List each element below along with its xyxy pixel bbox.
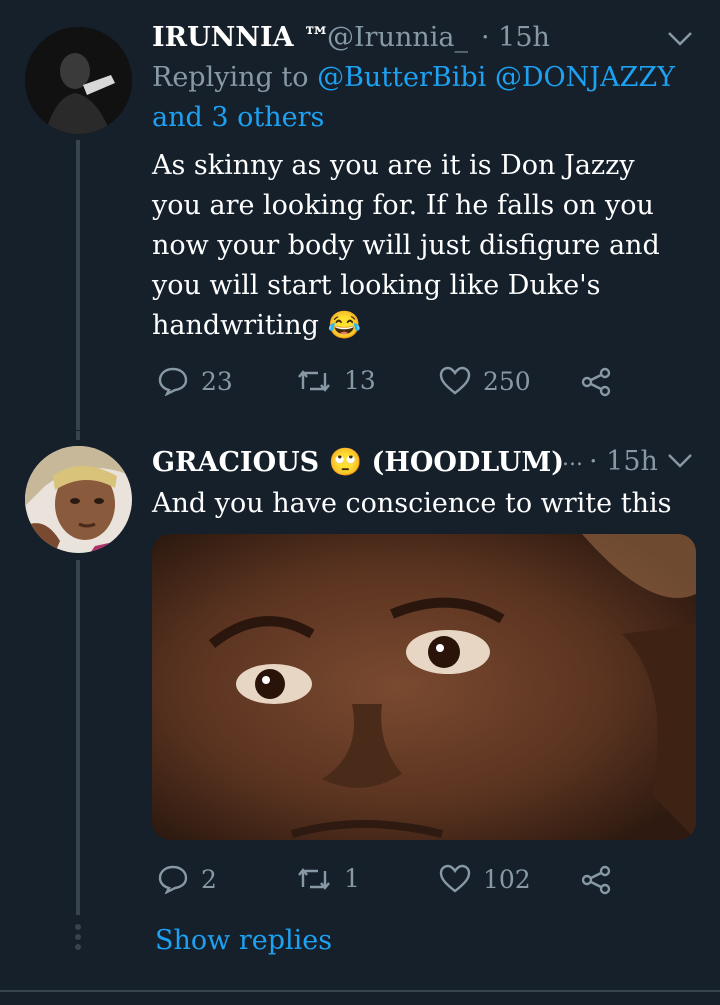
replying-to-label: Replying to bbox=[152, 62, 309, 93]
tweet-text-line: handwriting 😂 bbox=[152, 310, 362, 341]
show-replies-link[interactable]: Show replies bbox=[155, 925, 332, 956]
share-icon[interactable] bbox=[580, 865, 612, 895]
like-count: 102 bbox=[483, 864, 531, 894]
retweet-icon bbox=[298, 867, 330, 890]
retweet-count: 13 bbox=[344, 366, 376, 395]
tweet-media-image[interactable] bbox=[152, 534, 696, 840]
tweet-text: And you have conscience to write this bbox=[152, 488, 672, 519]
mention-link[interactable]: @ButterBibi bbox=[317, 62, 486, 93]
avatar[interactable] bbox=[25, 446, 132, 553]
tweet-text-line: As skinny as you are it is Don Jazzy bbox=[152, 150, 635, 181]
tweet-text-line: you are looking for. If he falls on you bbox=[152, 190, 654, 221]
user-display-name[interactable]: GRACIOUS 🙄 (HOODLUM) bbox=[152, 446, 564, 478]
name-truncation: ... bbox=[562, 446, 583, 471]
chevron-down-icon[interactable] bbox=[667, 30, 693, 48]
replying-others-link[interactable]: and 3 others bbox=[152, 102, 324, 133]
retweet-count: 1 bbox=[344, 864, 360, 893]
tweet-timestamp[interactable]: · 15h bbox=[481, 22, 550, 53]
tweet-text-line: you will start looking like Duke's bbox=[152, 270, 601, 301]
thread-dots bbox=[74, 924, 82, 950]
reply-icon bbox=[158, 865, 188, 894]
user-display-name[interactable]: IRUNNIA ™ bbox=[152, 22, 330, 53]
reply-count: 2 bbox=[201, 864, 217, 894]
thread-line-lower bbox=[76, 560, 80, 915]
avatar[interactable] bbox=[25, 27, 132, 134]
like-count: 250 bbox=[483, 366, 531, 396]
divider bbox=[0, 990, 720, 992]
tweet-timestamp[interactable]: · 15h bbox=[589, 446, 658, 477]
tweet-text-line: now your body will just disfigure and bbox=[152, 230, 660, 261]
like-button[interactable]: 102 bbox=[439, 864, 531, 894]
heart-icon bbox=[439, 366, 471, 395]
reply-count: 23 bbox=[201, 366, 233, 396]
divider bbox=[0, 430, 720, 431]
reply-button[interactable]: 2 bbox=[157, 864, 217, 894]
share-icon[interactable] bbox=[580, 367, 612, 397]
chevron-down-icon[interactable] bbox=[667, 452, 693, 470]
user-handle[interactable]: @Irunnia_ bbox=[327, 22, 468, 53]
retweet-icon bbox=[298, 369, 330, 392]
thread-line-upper bbox=[76, 140, 80, 440]
retweet-button[interactable]: 13 bbox=[296, 366, 376, 395]
like-button[interactable]: 250 bbox=[439, 366, 531, 396]
reply-icon bbox=[158, 367, 188, 396]
reply-button[interactable]: 23 bbox=[157, 366, 233, 396]
tweet-text: As skinny as you are it is Don Jazzy you… bbox=[152, 146, 660, 346]
retweet-button[interactable]: 1 bbox=[296, 864, 360, 893]
mention-link[interactable]: @DONJAZZY bbox=[495, 62, 675, 93]
heart-icon bbox=[439, 864, 471, 893]
replying-to-line: Replying to @ButterBibi @DONJAZZY bbox=[152, 62, 675, 93]
